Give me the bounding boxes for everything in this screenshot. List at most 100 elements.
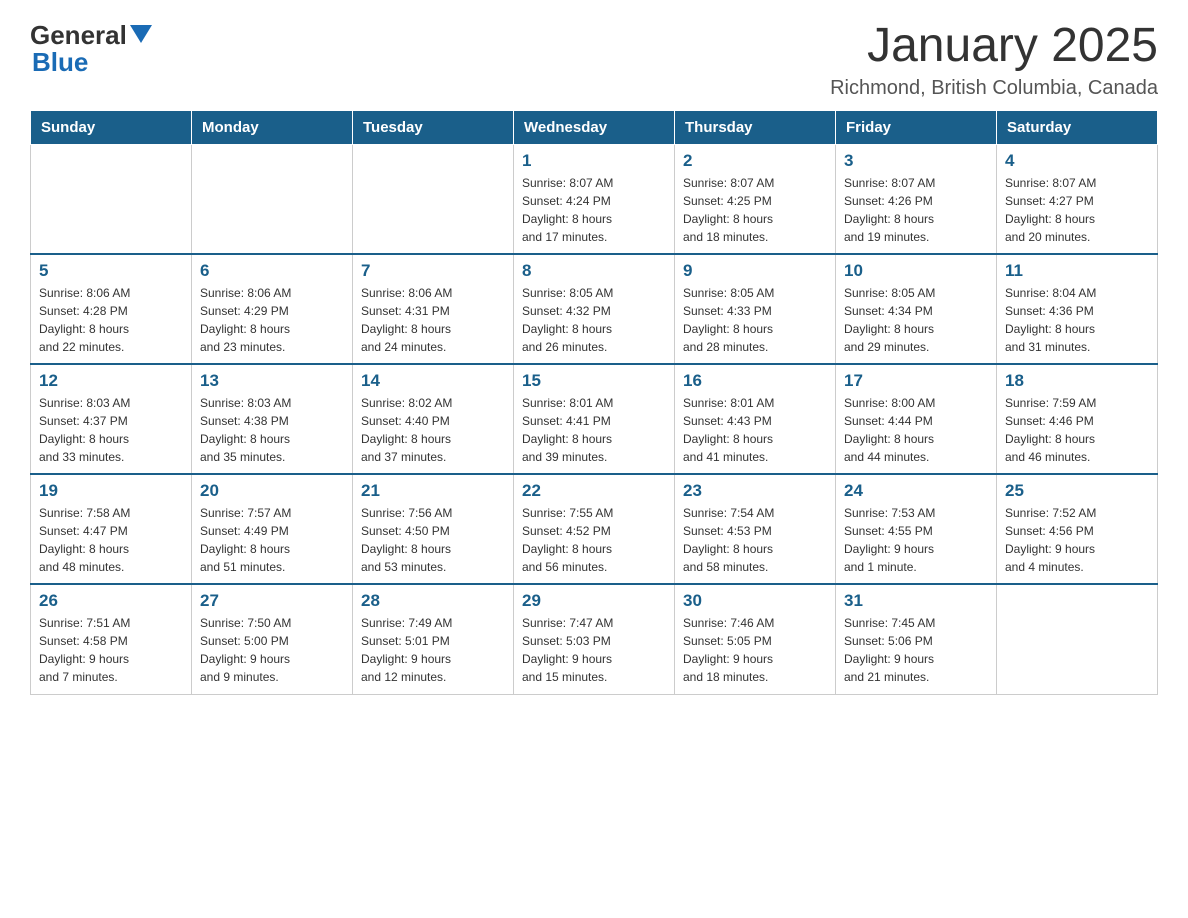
day-number: 20 xyxy=(200,481,344,501)
day-number: 22 xyxy=(522,481,666,501)
day-number: 10 xyxy=(844,261,988,281)
day-info: Sunrise: 8:06 AM Sunset: 4:29 PM Dayligh… xyxy=(200,284,344,356)
day-number: 6 xyxy=(200,261,344,281)
day-info: Sunrise: 7:47 AM Sunset: 5:03 PM Dayligh… xyxy=(522,614,666,686)
table-row: 2 Sunrise: 8:07 AM Sunset: 4:25 PM Daylig… xyxy=(675,144,836,254)
table-row: 27 Sunrise: 7:50 AM Sunset: 5:00 PM Dayli… xyxy=(192,584,353,694)
day-number: 2 xyxy=(683,151,827,171)
table-row: 10 Sunrise: 8:05 AM Sunset: 4:34 PM Dayli… xyxy=(836,254,997,364)
table-row: 24 Sunrise: 7:53 AM Sunset: 4:55 PM Dayli… xyxy=(836,474,997,584)
day-info: Sunrise: 8:07 AM Sunset: 4:24 PM Dayligh… xyxy=(522,174,666,246)
header: General Blue January 2025 Richmond, Brit… xyxy=(30,20,1158,100)
day-number: 27 xyxy=(200,591,344,611)
day-number: 14 xyxy=(361,371,505,391)
table-row: 20 Sunrise: 7:57 AM Sunset: 4:49 PM Dayli… xyxy=(192,474,353,584)
day-number: 26 xyxy=(39,591,183,611)
day-number: 18 xyxy=(1005,371,1149,391)
table-row xyxy=(353,144,514,254)
table-row: 31 Sunrise: 7:45 AM Sunset: 5:06 PM Dayli… xyxy=(836,584,997,694)
table-row: 8 Sunrise: 8:05 AM Sunset: 4:32 PM Daylig… xyxy=(514,254,675,364)
day-info: Sunrise: 8:05 AM Sunset: 4:32 PM Dayligh… xyxy=(522,284,666,356)
table-row: 16 Sunrise: 8:01 AM Sunset: 4:43 PM Dayli… xyxy=(675,364,836,474)
table-row: 7 Sunrise: 8:06 AM Sunset: 4:31 PM Daylig… xyxy=(353,254,514,364)
day-info: Sunrise: 8:01 AM Sunset: 4:43 PM Dayligh… xyxy=(683,394,827,466)
day-info: Sunrise: 8:07 AM Sunset: 4:26 PM Dayligh… xyxy=(844,174,988,246)
calendar-subtitle: Richmond, British Columbia, Canada xyxy=(830,77,1158,100)
day-info: Sunrise: 8:03 AM Sunset: 4:38 PM Dayligh… xyxy=(200,394,344,466)
day-info: Sunrise: 7:51 AM Sunset: 4:58 PM Dayligh… xyxy=(39,614,183,686)
day-info: Sunrise: 8:05 AM Sunset: 4:34 PM Dayligh… xyxy=(844,284,988,356)
header-friday: Friday xyxy=(836,110,997,144)
day-info: Sunrise: 8:05 AM Sunset: 4:33 PM Dayligh… xyxy=(683,284,827,356)
day-number: 29 xyxy=(522,591,666,611)
calendar-week-row: 1Sunrise: 8:07 AM Sunset: 4:24 PM Daylig… xyxy=(31,144,1158,254)
table-row xyxy=(997,584,1158,694)
table-row: 26 Sunrise: 7:51 AM Sunset: 4:58 PM Dayli… xyxy=(31,584,192,694)
table-row: 21Sunrise: 7:56 AM Sunset: 4:50 PM Dayli… xyxy=(353,474,514,584)
day-number: 31 xyxy=(844,591,988,611)
day-info: Sunrise: 7:52 AM Sunset: 4:56 PM Dayligh… xyxy=(1005,504,1149,576)
day-number: 15 xyxy=(522,371,666,391)
day-info: Sunrise: 7:54 AM Sunset: 4:53 PM Dayligh… xyxy=(683,504,827,576)
table-row: 6 Sunrise: 8:06 AM Sunset: 4:29 PM Daylig… xyxy=(192,254,353,364)
header-sunday: Sunday xyxy=(31,110,192,144)
logo: General Blue xyxy=(30,20,152,78)
day-info: Sunrise: 8:07 AM Sunset: 4:25 PM Dayligh… xyxy=(683,174,827,246)
table-row xyxy=(31,144,192,254)
day-info: Sunrise: 7:53 AM Sunset: 4:55 PM Dayligh… xyxy=(844,504,988,576)
calendar-week-row: 5 Sunrise: 8:06 AM Sunset: 4:28 PM Daylig… xyxy=(31,254,1158,364)
calendar-week-row: 26 Sunrise: 7:51 AM Sunset: 4:58 PM Dayli… xyxy=(31,584,1158,694)
logo-blue-text: Blue xyxy=(32,47,88,77)
day-info: Sunrise: 8:04 AM Sunset: 4:36 PM Dayligh… xyxy=(1005,284,1149,356)
table-row: 5 Sunrise: 8:06 AM Sunset: 4:28 PM Daylig… xyxy=(31,254,192,364)
table-row: 28Sunrise: 7:49 AM Sunset: 5:01 PM Dayli… xyxy=(353,584,514,694)
day-number: 24 xyxy=(844,481,988,501)
day-number: 30 xyxy=(683,591,827,611)
day-info: Sunrise: 8:06 AM Sunset: 4:31 PM Dayligh… xyxy=(361,284,505,356)
day-info: Sunrise: 8:07 AM Sunset: 4:27 PM Dayligh… xyxy=(1005,174,1149,246)
day-number: 7 xyxy=(361,261,505,281)
header-tuesday: Tuesday xyxy=(353,110,514,144)
calendar-header-row: Sunday Monday Tuesday Wednesday Thursday… xyxy=(31,110,1158,144)
day-number: 3 xyxy=(844,151,988,171)
day-number: 19 xyxy=(39,481,183,501)
table-row: 25 Sunrise: 7:52 AM Sunset: 4:56 PM Dayli… xyxy=(997,474,1158,584)
day-info: Sunrise: 7:45 AM Sunset: 5:06 PM Dayligh… xyxy=(844,614,988,686)
table-row: 29 Sunrise: 7:47 AM Sunset: 5:03 PM Dayli… xyxy=(514,584,675,694)
day-number: 21 xyxy=(361,481,505,501)
table-row: 13 Sunrise: 8:03 AM Sunset: 4:38 PM Dayli… xyxy=(192,364,353,474)
day-number: 16 xyxy=(683,371,827,391)
day-info: Sunrise: 7:50 AM Sunset: 5:00 PM Dayligh… xyxy=(200,614,344,686)
table-row: 9Sunrise: 8:05 AM Sunset: 4:33 PM Daylig… xyxy=(675,254,836,364)
day-number: 4 xyxy=(1005,151,1149,171)
calendar-table: Sunday Monday Tuesday Wednesday Thursday… xyxy=(30,110,1158,695)
day-info: Sunrise: 7:57 AM Sunset: 4:49 PM Dayligh… xyxy=(200,504,344,576)
day-info: Sunrise: 8:00 AM Sunset: 4:44 PM Dayligh… xyxy=(844,394,988,466)
table-row: 14Sunrise: 8:02 AM Sunset: 4:40 PM Dayli… xyxy=(353,364,514,474)
logo-triangle-icon xyxy=(130,25,152,48)
day-info: Sunrise: 8:01 AM Sunset: 4:41 PM Dayligh… xyxy=(522,394,666,466)
day-number: 8 xyxy=(522,261,666,281)
header-monday: Monday xyxy=(192,110,353,144)
day-number: 28 xyxy=(361,591,505,611)
day-number: 23 xyxy=(683,481,827,501)
day-info: Sunrise: 7:59 AM Sunset: 4:46 PM Dayligh… xyxy=(1005,394,1149,466)
day-info: Sunrise: 8:06 AM Sunset: 4:28 PM Dayligh… xyxy=(39,284,183,356)
table-row: 22 Sunrise: 7:55 AM Sunset: 4:52 PM Dayli… xyxy=(514,474,675,584)
header-wednesday: Wednesday xyxy=(514,110,675,144)
calendar-week-row: 12Sunrise: 8:03 AM Sunset: 4:37 PM Dayli… xyxy=(31,364,1158,474)
day-number: 12 xyxy=(39,371,183,391)
table-row: 15 Sunrise: 8:01 AM Sunset: 4:41 PM Dayli… xyxy=(514,364,675,474)
calendar-title: January 2025 xyxy=(830,20,1158,73)
day-info: Sunrise: 7:55 AM Sunset: 4:52 PM Dayligh… xyxy=(522,504,666,576)
header-thursday: Thursday xyxy=(675,110,836,144)
header-saturday: Saturday xyxy=(997,110,1158,144)
day-number: 5 xyxy=(39,261,183,281)
day-number: 25 xyxy=(1005,481,1149,501)
table-row: 3 Sunrise: 8:07 AM Sunset: 4:26 PM Daylig… xyxy=(836,144,997,254)
day-number: 13 xyxy=(200,371,344,391)
table-row: 30Sunrise: 7:46 AM Sunset: 5:05 PM Dayli… xyxy=(675,584,836,694)
day-number: 11 xyxy=(1005,261,1149,281)
table-row: 18 Sunrise: 7:59 AM Sunset: 4:46 PM Dayli… xyxy=(997,364,1158,474)
table-row: 23 Sunrise: 7:54 AM Sunset: 4:53 PM Dayli… xyxy=(675,474,836,584)
